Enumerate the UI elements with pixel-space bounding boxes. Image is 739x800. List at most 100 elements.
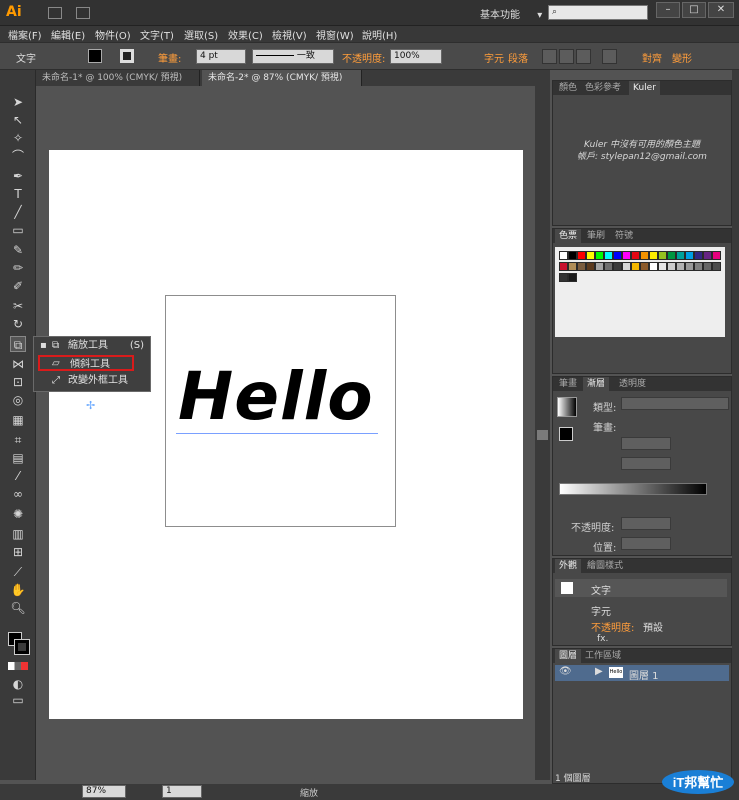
fill-icon[interactable] bbox=[559, 427, 573, 441]
align-right-button[interactable] bbox=[576, 49, 591, 64]
arrange-documents-icon[interactable] bbox=[76, 7, 90, 19]
gradient-aspect-field[interactable] bbox=[621, 457, 671, 470]
flyout-item-scale[interactable]: ▪ ⧉ 縮放工具 (S) bbox=[38, 338, 146, 354]
appearance-row-opacity[interactable]: 不透明度: 預設 bbox=[555, 619, 727, 634]
align-center-button[interactable] bbox=[559, 49, 574, 64]
tab-stroke[interactable]: 筆畫 bbox=[555, 377, 581, 391]
direct-selection-tool-icon[interactable]: ↖ bbox=[10, 112, 26, 128]
type-tool-icon[interactable]: T bbox=[10, 186, 26, 202]
menu-file[interactable]: 檔案(F) bbox=[8, 27, 42, 42]
fx-icon[interactable]: fx. bbox=[597, 634, 608, 644]
line-tool-icon[interactable]: ╱ bbox=[10, 204, 26, 220]
lasso-tool-icon[interactable]: ⌒ bbox=[10, 148, 26, 164]
flyout-item-shear[interactable]: ▱ 傾斜工具 bbox=[38, 355, 134, 371]
scissors-tool-icon[interactable]: ✂ bbox=[10, 298, 26, 314]
swatch[interactable] bbox=[577, 262, 586, 271]
free-transform-tool-icon[interactable]: ⊡ bbox=[10, 374, 26, 390]
swatch[interactable] bbox=[649, 262, 658, 271]
swatch[interactable] bbox=[667, 251, 676, 260]
pencil-tool-icon[interactable]: ✏ bbox=[10, 260, 26, 276]
swatch[interactable] bbox=[631, 262, 640, 271]
artboard-navigation-field[interactable]: 1 bbox=[162, 785, 202, 798]
expand-triangle-icon[interactable]: ▶ bbox=[595, 666, 603, 677]
tab-gradient[interactable]: 漸層 bbox=[583, 377, 610, 391]
screen-mode-icon[interactable]: ▭ bbox=[10, 692, 26, 708]
workspace-switcher[interactable]: 基本功能 ▾ bbox=[480, 6, 542, 21]
slice-tool-icon[interactable]: ⟋ bbox=[10, 564, 26, 580]
tab-appearance[interactable]: 外觀 bbox=[555, 559, 582, 573]
menu-effect[interactable]: 效果(C) bbox=[228, 27, 263, 42]
selection-tool-icon[interactable]: ➤ bbox=[10, 94, 26, 110]
swatch[interactable] bbox=[559, 273, 568, 282]
tab-transparency[interactable]: 透明度 bbox=[615, 377, 650, 391]
gradient-angle-field[interactable] bbox=[621, 437, 671, 450]
swatch[interactable] bbox=[694, 262, 703, 271]
appearance-row-character[interactable]: 字元 bbox=[591, 603, 611, 618]
envelope-icon[interactable] bbox=[602, 49, 617, 64]
swatch[interactable] bbox=[676, 251, 685, 260]
flyout-item-reshape[interactable]: ⤢ 改變外框工具 bbox=[38, 373, 146, 389]
swatch[interactable] bbox=[658, 251, 667, 260]
gradient-type-dropdown[interactable] bbox=[621, 397, 729, 410]
tab-color-guide[interactable]: 色彩參考 bbox=[581, 81, 625, 95]
tab-kuler[interactable]: Kuler bbox=[629, 81, 660, 95]
swatch[interactable] bbox=[676, 262, 685, 271]
swatch[interactable] bbox=[703, 251, 712, 260]
gradient-slider[interactable] bbox=[559, 483, 707, 495]
swatch[interactable] bbox=[649, 251, 658, 260]
swatch[interactable] bbox=[658, 262, 667, 271]
swatch[interactable] bbox=[559, 251, 568, 260]
swatch[interactable] bbox=[595, 251, 604, 260]
tab-graphic-styles[interactable]: 繪圖樣式 bbox=[583, 559, 627, 573]
appearance-row-type[interactable]: 文字 bbox=[555, 579, 727, 597]
hand-tool-icon[interactable]: ✋ bbox=[10, 582, 26, 598]
layer-row[interactable]: 👁︎ ▶ Hello 圖層 1 bbox=[555, 665, 729, 682]
tab-document-1[interactable]: 未命名-1* @ 100% (CMYK/ 預視) bbox=[36, 70, 200, 86]
magic-wand-tool-icon[interactable]: ✧ bbox=[10, 130, 26, 146]
swatch[interactable] bbox=[640, 262, 649, 271]
rectangle-tool-icon[interactable]: ▭ bbox=[10, 222, 26, 238]
swatch[interactable] bbox=[595, 262, 604, 271]
tab-document-2[interactable]: 未命名-2* @ 87% (CMYK/ 預視) bbox=[202, 70, 362, 86]
gradient-tool-icon[interactable]: ▤ bbox=[10, 450, 26, 466]
swatch[interactable] bbox=[604, 262, 613, 271]
swatch[interactable] bbox=[568, 262, 577, 271]
scale-tool-icon[interactable]: ⧉ bbox=[10, 336, 26, 352]
align-link[interactable]: 對齊 bbox=[642, 50, 662, 65]
stroke-color-icon[interactable] bbox=[14, 639, 30, 655]
swatch[interactable] bbox=[667, 262, 676, 271]
swatch[interactable] bbox=[631, 251, 640, 260]
gradient-opacity-field[interactable] bbox=[621, 517, 671, 530]
paragraph-link[interactable]: 段落 bbox=[508, 50, 528, 65]
maximize-button[interactable]: □ bbox=[682, 2, 706, 18]
stroke-swatch[interactable] bbox=[120, 49, 134, 63]
gradient-location-field[interactable] bbox=[621, 537, 671, 550]
paintbrush-tool-icon[interactable]: ✎ bbox=[10, 242, 26, 258]
eyedropper-tool-icon[interactable]: ⁄ bbox=[10, 468, 26, 484]
swatch[interactable] bbox=[613, 262, 622, 271]
fill-swatch[interactable] bbox=[88, 49, 102, 63]
swatch[interactable] bbox=[559, 262, 568, 271]
swatch[interactable] bbox=[568, 273, 577, 282]
column-graph-tool-icon[interactable]: ▥ bbox=[10, 526, 26, 542]
visibility-icon[interactable]: 👁︎ bbox=[559, 666, 572, 677]
minimize-button[interactable]: – bbox=[656, 2, 680, 18]
swatch[interactable] bbox=[640, 251, 649, 260]
artboard-tool-icon[interactable]: ⊞ bbox=[10, 544, 26, 560]
swatch[interactable] bbox=[613, 251, 622, 260]
bridge-icon[interactable] bbox=[48, 7, 62, 19]
opacity-field[interactable]: 100% bbox=[390, 49, 442, 64]
close-button[interactable]: ✕ bbox=[708, 2, 734, 18]
width-tool-icon[interactable]: ⋈ bbox=[10, 356, 26, 372]
tab-swatches[interactable]: 色票 bbox=[555, 229, 582, 243]
swatch[interactable] bbox=[622, 251, 631, 260]
swatch[interactable] bbox=[604, 251, 613, 260]
symbol-sprayer-tool-icon[interactable]: ✺ bbox=[10, 506, 26, 522]
rotate-tool-icon[interactable]: ↻ bbox=[10, 316, 26, 332]
search-input[interactable]: ⌕ bbox=[548, 5, 648, 20]
tab-color[interactable]: 顏色 bbox=[555, 81, 581, 95]
gradient-preview[interactable] bbox=[557, 397, 577, 417]
swatch[interactable] bbox=[568, 251, 577, 260]
swatch[interactable] bbox=[622, 262, 631, 271]
stroke-label[interactable]: 筆畫: bbox=[158, 50, 181, 65]
